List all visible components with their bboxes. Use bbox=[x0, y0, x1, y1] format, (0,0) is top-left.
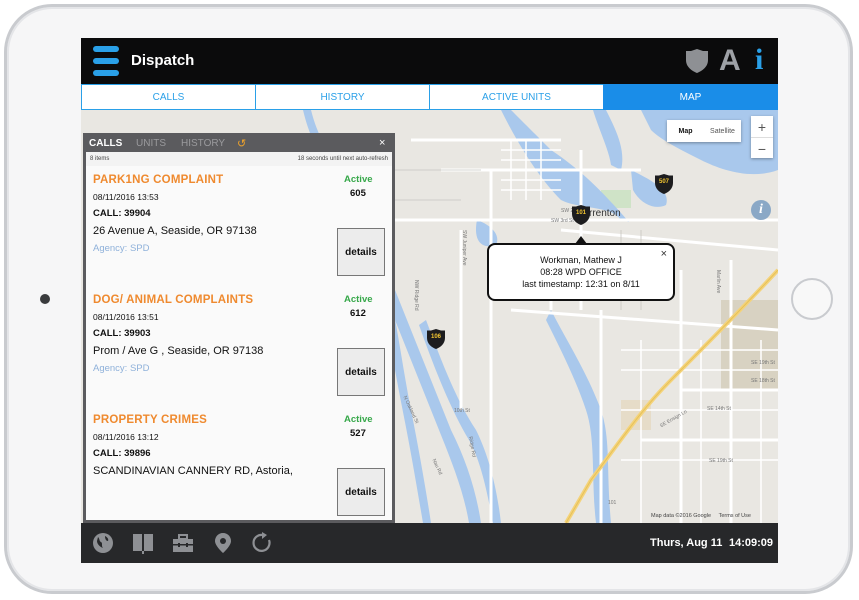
unit-number: 507 bbox=[658, 179, 669, 185]
call-status: Active bbox=[344, 414, 373, 425]
details-button[interactable]: details bbox=[337, 228, 385, 276]
call-datetime: 08/11/2016 13:12 bbox=[93, 432, 159, 442]
call-unit: 527 bbox=[350, 428, 366, 439]
zoom-out-button[interactable]: − bbox=[751, 138, 773, 159]
call-address: 26 Avenue A, Seaside, OR 97138 bbox=[93, 225, 257, 237]
map-info-button[interactable]: i bbox=[751, 200, 771, 220]
call-status: Active bbox=[344, 174, 373, 185]
call-card[interactable]: PROPERTY CRIMES 08/11/2016 13:12 CALL: 3… bbox=[86, 406, 392, 520]
toolbox-icon[interactable] bbox=[171, 531, 195, 555]
globe-icon[interactable] bbox=[91, 531, 115, 555]
police-badge-icon[interactable] bbox=[684, 48, 710, 74]
popup-officer-name: Workman, Mathew J bbox=[540, 255, 622, 265]
panel-close-button[interactable]: × bbox=[379, 137, 385, 149]
call-agency: Agency: SPD bbox=[93, 243, 150, 254]
tab-history[interactable]: HISTORY bbox=[255, 84, 429, 110]
current-date: Thurs, Aug 11 bbox=[650, 537, 723, 549]
call-type: PARK1NG COMPLAINT bbox=[93, 174, 224, 186]
zoom-control: + − bbox=[751, 116, 773, 158]
panel-header: CALLS UNITS HISTORY ↺ × bbox=[86, 136, 392, 152]
popup-timestamp: last timestamp: 12:31 on 8/11 bbox=[522, 279, 640, 289]
panel-tab-calls[interactable]: CALLS bbox=[89, 138, 122, 149]
app-screen: Dispatch A i CALLS HISTORY ACTIVE UNITS … bbox=[81, 38, 778, 563]
front-camera bbox=[40, 294, 50, 304]
tab-active-units[interactable]: ACTIVE UNITS bbox=[429, 84, 603, 110]
calls-panel: CALLS UNITS HISTORY ↺ × 8 items 18 secon… bbox=[83, 133, 395, 523]
call-datetime: 08/11/2016 13:51 bbox=[93, 312, 159, 322]
tab-map[interactable]: MAP bbox=[603, 84, 778, 110]
street-label: SE 14th St bbox=[707, 406, 731, 412]
unit-marker[interactable]: 101 bbox=[571, 204, 591, 226]
menu-icon[interactable] bbox=[93, 46, 119, 76]
app-title: Dispatch bbox=[131, 52, 195, 69]
refresh-icon[interactable] bbox=[251, 531, 275, 555]
street-label: 10th St bbox=[454, 408, 470, 414]
call-datetime: 08/11/2016 13:53 bbox=[93, 192, 159, 202]
unit-marker[interactable]: 106 bbox=[426, 328, 446, 350]
map-type-satellite-button[interactable]: Satellite bbox=[704, 120, 741, 142]
call-number: CALL: 39903 bbox=[93, 328, 151, 339]
details-button[interactable]: details bbox=[337, 348, 385, 396]
street-label: SE 19th St bbox=[751, 360, 775, 366]
book-icon[interactable] bbox=[131, 531, 155, 555]
font-size-button[interactable]: A bbox=[719, 44, 741, 78]
highway-label: 101 bbox=[608, 500, 617, 506]
call-address: SCANDINAVIAN CANNERY RD, Astoria, bbox=[93, 465, 293, 477]
street-label: Marlin Ave bbox=[715, 270, 721, 294]
unit-number: 106 bbox=[430, 334, 441, 340]
map-type-map-button[interactable]: Map bbox=[667, 120, 704, 142]
info-button[interactable]: i bbox=[755, 42, 763, 78]
call-status: Active bbox=[344, 294, 373, 305]
street-label: SE 18th St bbox=[751, 378, 775, 384]
current-time: 14:09:09 bbox=[729, 537, 774, 549]
call-unit: 605 bbox=[350, 188, 366, 199]
terms-of-use-link[interactable]: Terms of Use bbox=[719, 513, 751, 519]
call-number: CALL: 39904 bbox=[93, 208, 151, 219]
panel-meta: 8 items 18 seconds until next auto-refre… bbox=[86, 152, 392, 166]
town-label: rrenton bbox=[589, 208, 621, 219]
unit-number: 101 bbox=[575, 210, 586, 216]
map-type-control: Map Satellite bbox=[667, 120, 741, 142]
location-pin-icon[interactable] bbox=[211, 531, 235, 555]
call-agency: Agency: SPD bbox=[93, 363, 150, 374]
bottom-bar: Thurs, Aug 11 14:09:09 bbox=[81, 523, 778, 563]
call-type: PROPERTY CRIMES bbox=[93, 414, 207, 426]
street-label: SW Juniper Ave bbox=[461, 230, 467, 266]
call-unit: 612 bbox=[350, 308, 366, 319]
popup-location: 08:28 WPD OFFICE bbox=[540, 267, 622, 277]
app-header: Dispatch A i bbox=[81, 38, 778, 84]
item-count: 8 items bbox=[90, 156, 110, 162]
map-data-credit: Map data ©2016 Google bbox=[651, 513, 712, 519]
unit-marker[interactable]: 507 bbox=[654, 173, 674, 195]
refresh-icon[interactable]: ↺ bbox=[237, 137, 246, 150]
panel-tab-history[interactable]: HISTORY bbox=[181, 138, 225, 149]
popup-close-button[interactable]: × bbox=[661, 248, 667, 260]
call-type: DOG/ ANIMAL COMPLAINTS bbox=[93, 294, 254, 306]
street-label: SE 19th St bbox=[709, 458, 733, 464]
call-number: CALL: 39896 bbox=[93, 448, 151, 459]
map-attribution: Map data ©2016 Google Terms of Use bbox=[651, 513, 751, 519]
panel-tab-units[interactable]: UNITS bbox=[136, 138, 166, 149]
unit-info-popup: × Workman, Mathew J 08:28 WPD OFFICE las… bbox=[487, 243, 675, 301]
call-card[interactable]: DOG/ ANIMAL COMPLAINTS 08/11/2016 13:51 … bbox=[86, 286, 392, 407]
zoom-in-button[interactable]: + bbox=[751, 116, 773, 137]
call-address: Prom / Ave G , Seaside, OR 97138 bbox=[93, 345, 264, 357]
main-tabs: CALLS HISTORY ACTIVE UNITS MAP bbox=[81, 84, 778, 110]
auto-refresh-note: 18 seconds until next auto-refresh bbox=[297, 156, 388, 162]
details-button[interactable]: details bbox=[337, 468, 385, 516]
call-card[interactable]: PARK1NG COMPLAINT 08/11/2016 13:53 CALL:… bbox=[86, 166, 392, 287]
home-button[interactable] bbox=[791, 278, 833, 320]
tab-calls[interactable]: CALLS bbox=[81, 84, 255, 110]
street-label: NW Ridge Rd bbox=[413, 280, 419, 311]
